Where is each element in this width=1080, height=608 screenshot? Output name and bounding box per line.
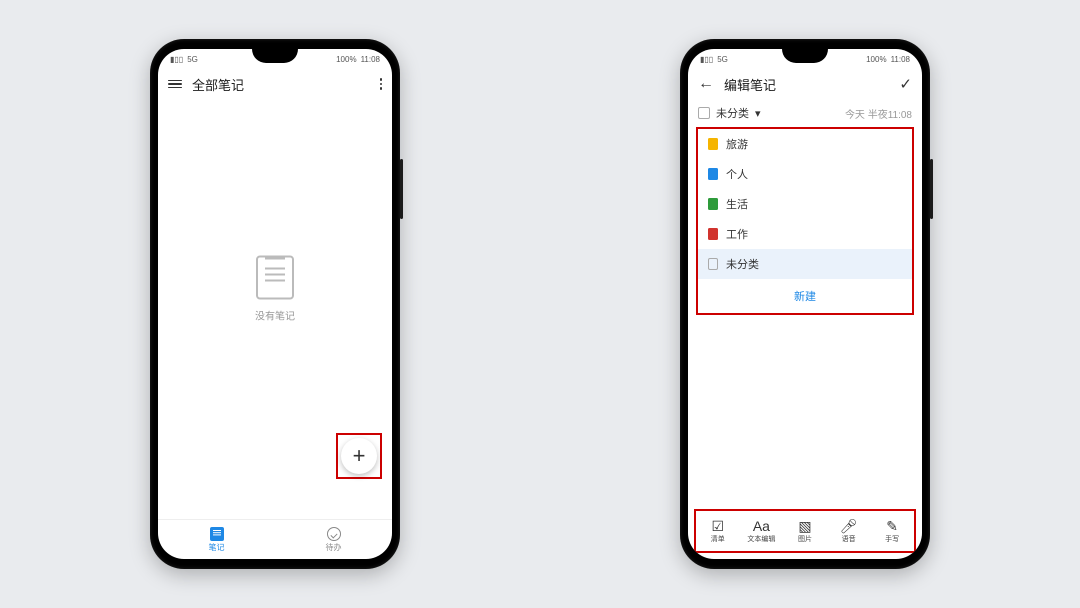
time-label: 11:08: [361, 55, 380, 64]
back-icon[interactable]: ←: [698, 76, 714, 92]
category-label: 未分类: [726, 256, 759, 272]
editor-toolbar: ☑ 清单 Aa 文本编辑 ▧ 图片 🎤︎ 语音 ✎ 手写: [696, 512, 914, 550]
category-option-uncategorized[interactable]: 未分类: [698, 249, 912, 279]
tool-text[interactable]: Aa 文本编辑: [740, 512, 784, 550]
folder-color-icon: [708, 198, 718, 210]
time-label: 11:08: [891, 55, 910, 64]
editor-body[interactable]: [688, 315, 922, 509]
bottom-nav: 笔记 待办: [158, 519, 392, 559]
notch: [252, 49, 298, 63]
page-title: 全部笔记: [192, 75, 244, 94]
app-bar: 全部笔记: [158, 67, 392, 101]
network-label: 5G: [187, 55, 198, 64]
new-category-label: 新建: [794, 288, 816, 304]
notes-tab-label: 笔记: [209, 542, 225, 553]
category-option-travel[interactable]: 旅游: [698, 129, 912, 159]
folder-color-icon: [708, 138, 718, 150]
menu-icon[interactable]: [168, 80, 182, 89]
tab-notes[interactable]: 笔记: [158, 520, 275, 559]
signal-icon: ▮▯▯: [170, 55, 183, 64]
notch: [782, 49, 828, 63]
signal-icon: ▮▯▯: [700, 55, 713, 64]
tool-image[interactable]: ▧ 图片: [783, 512, 827, 550]
selected-category-label: 未分类: [716, 105, 749, 121]
category-label: 生活: [726, 196, 748, 212]
tool-label: 手写: [885, 534, 899, 544]
confirm-icon[interactable]: ✓: [899, 75, 912, 93]
fab-highlight-box: +: [336, 433, 382, 479]
empty-label: 没有笔记: [255, 308, 295, 323]
checklist-icon: ☑: [712, 519, 725, 533]
screen-left: ▮▯▯ 5G 100% 11:08 全部笔记 没有笔记 + 笔记: [158, 49, 392, 559]
new-category-button[interactable]: 新建: [698, 279, 912, 313]
add-note-button[interactable]: +: [341, 438, 377, 474]
folder-color-icon: [708, 168, 718, 180]
category-selector[interactable]: 未分类 ▾: [698, 105, 761, 121]
tool-label: 图片: [798, 534, 812, 544]
category-bar: 未分类 ▾ 今天 半夜11:08: [688, 101, 922, 125]
mic-icon: 🎤︎: [840, 519, 858, 533]
folder-outline-icon: [708, 258, 718, 270]
category-option-personal[interactable]: 个人: [698, 159, 912, 189]
phone-right: ▮▯▯ 5G 100% 11:08 ← 编辑笔记 ✓ 未分类 ▾ 今天 半夜11:0…: [680, 39, 930, 569]
chevron-down-icon: ▾: [755, 107, 761, 120]
category-label: 工作: [726, 226, 748, 242]
tool-handwriting[interactable]: ✎ 手写: [870, 512, 914, 550]
tool-label: 语音: [842, 534, 856, 544]
text-edit-icon: Aa: [753, 519, 770, 533]
pen-icon: ✎: [886, 519, 898, 533]
image-icon: ▧: [798, 519, 811, 533]
category-label: 旅游: [726, 136, 748, 152]
notes-tab-icon: [210, 527, 224, 541]
category-option-life[interactable]: 生活: [698, 189, 912, 219]
overflow-icon[interactable]: [380, 78, 383, 90]
timestamp-label: 今天 半夜11:08: [845, 106, 912, 121]
battery-label: 100%: [866, 55, 886, 64]
category-dropdown-highlight: 旅游 个人 生活 工作 未分类 新建: [696, 127, 914, 315]
tool-label: 文本编辑: [747, 534, 775, 544]
page-title: 编辑笔记: [724, 75, 776, 94]
battery-label: 100%: [336, 55, 356, 64]
network-label: 5G: [717, 55, 728, 64]
tools-highlight-box: ☑ 清单 Aa 文本编辑 ▧ 图片 🎤︎ 语音 ✎ 手写: [694, 509, 916, 553]
folder-icon: [698, 107, 710, 119]
note-empty-icon: [256, 256, 294, 300]
todo-tab-icon: [327, 527, 341, 541]
content-area: 没有笔记 +: [158, 101, 392, 519]
folder-color-icon: [708, 228, 718, 240]
phone-left: ▮▯▯ 5G 100% 11:08 全部笔记 没有笔记 + 笔记: [150, 39, 400, 569]
screen-right: ▮▯▯ 5G 100% 11:08 ← 编辑笔记 ✓ 未分类 ▾ 今天 半夜11:0…: [688, 49, 922, 559]
tool-label: 清单: [711, 534, 725, 544]
tool-checklist[interactable]: ☑ 清单: [696, 512, 740, 550]
todo-tab-label: 待办: [326, 542, 342, 553]
category-label: 个人: [726, 166, 748, 182]
app-bar: ← 编辑笔记 ✓: [688, 67, 922, 101]
tool-voice[interactable]: 🎤︎ 语音: [827, 512, 871, 550]
tab-todo[interactable]: 待办: [275, 520, 392, 559]
category-option-work[interactable]: 工作: [698, 219, 912, 249]
empty-state: 没有笔记: [255, 256, 295, 323]
